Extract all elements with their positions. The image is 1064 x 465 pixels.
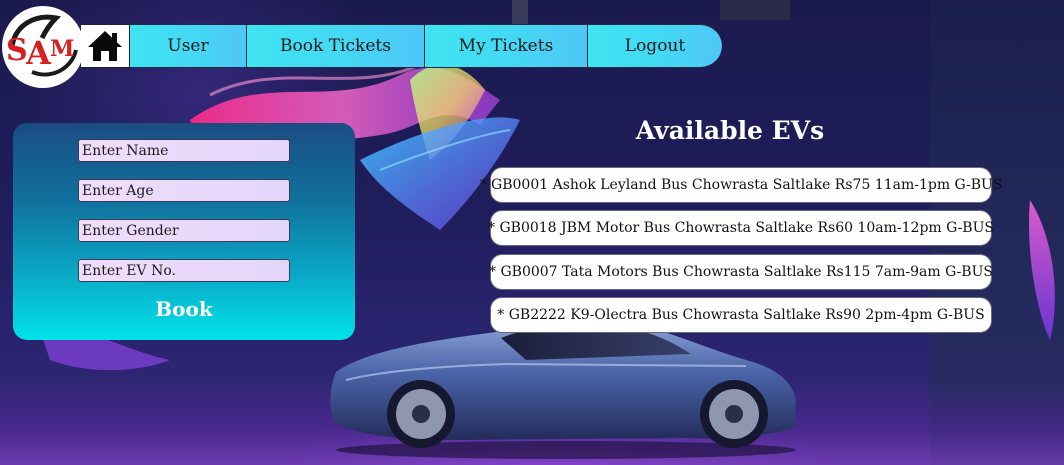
- nav-logout[interactable]: Logout: [588, 24, 722, 68]
- main-navbar: User Book Tickets My Tickets Logout: [80, 24, 722, 68]
- nav-user[interactable]: User: [130, 24, 247, 68]
- svg-text:A: A: [25, 34, 52, 72]
- list-item: * GB0018 JBM Motor Bus Chowrasta Saltlak…: [488, 210, 994, 247]
- gender-input[interactable]: [78, 219, 290, 242]
- ev-list-title: Available EVs: [635, 116, 825, 145]
- sam-logo[interactable]: S A M: [2, 6, 84, 88]
- home-icon: [88, 31, 122, 61]
- ev-list: * GB0001 Ashok Leyland Bus Chowrasta Sal…: [480, 167, 1002, 340]
- age-input[interactable]: [78, 179, 290, 202]
- name-input[interactable]: [78, 139, 290, 162]
- list-item: * GB0001 Ashok Leyland Bus Chowrasta Sal…: [480, 167, 1002, 203]
- nav-book-tickets[interactable]: Book Tickets: [247, 24, 425, 68]
- ev-number-input[interactable]: [78, 259, 290, 282]
- list-item: * GB2222 K9-Olectra Bus Chowrasta Saltla…: [490, 296, 992, 333]
- nav-my-tickets[interactable]: My Tickets: [425, 24, 588, 68]
- list-item: * GB0007 Tata Motors Bus Chowrasta Saltl…: [489, 253, 993, 290]
- svg-text:M: M: [50, 36, 74, 62]
- svg-text:S: S: [6, 33, 28, 68]
- book-button[interactable]: Book: [13, 297, 355, 321]
- booking-form: Book: [13, 123, 355, 340]
- sam-logo-icon: S A M: [6, 14, 78, 77]
- home-button[interactable]: [80, 24, 130, 68]
